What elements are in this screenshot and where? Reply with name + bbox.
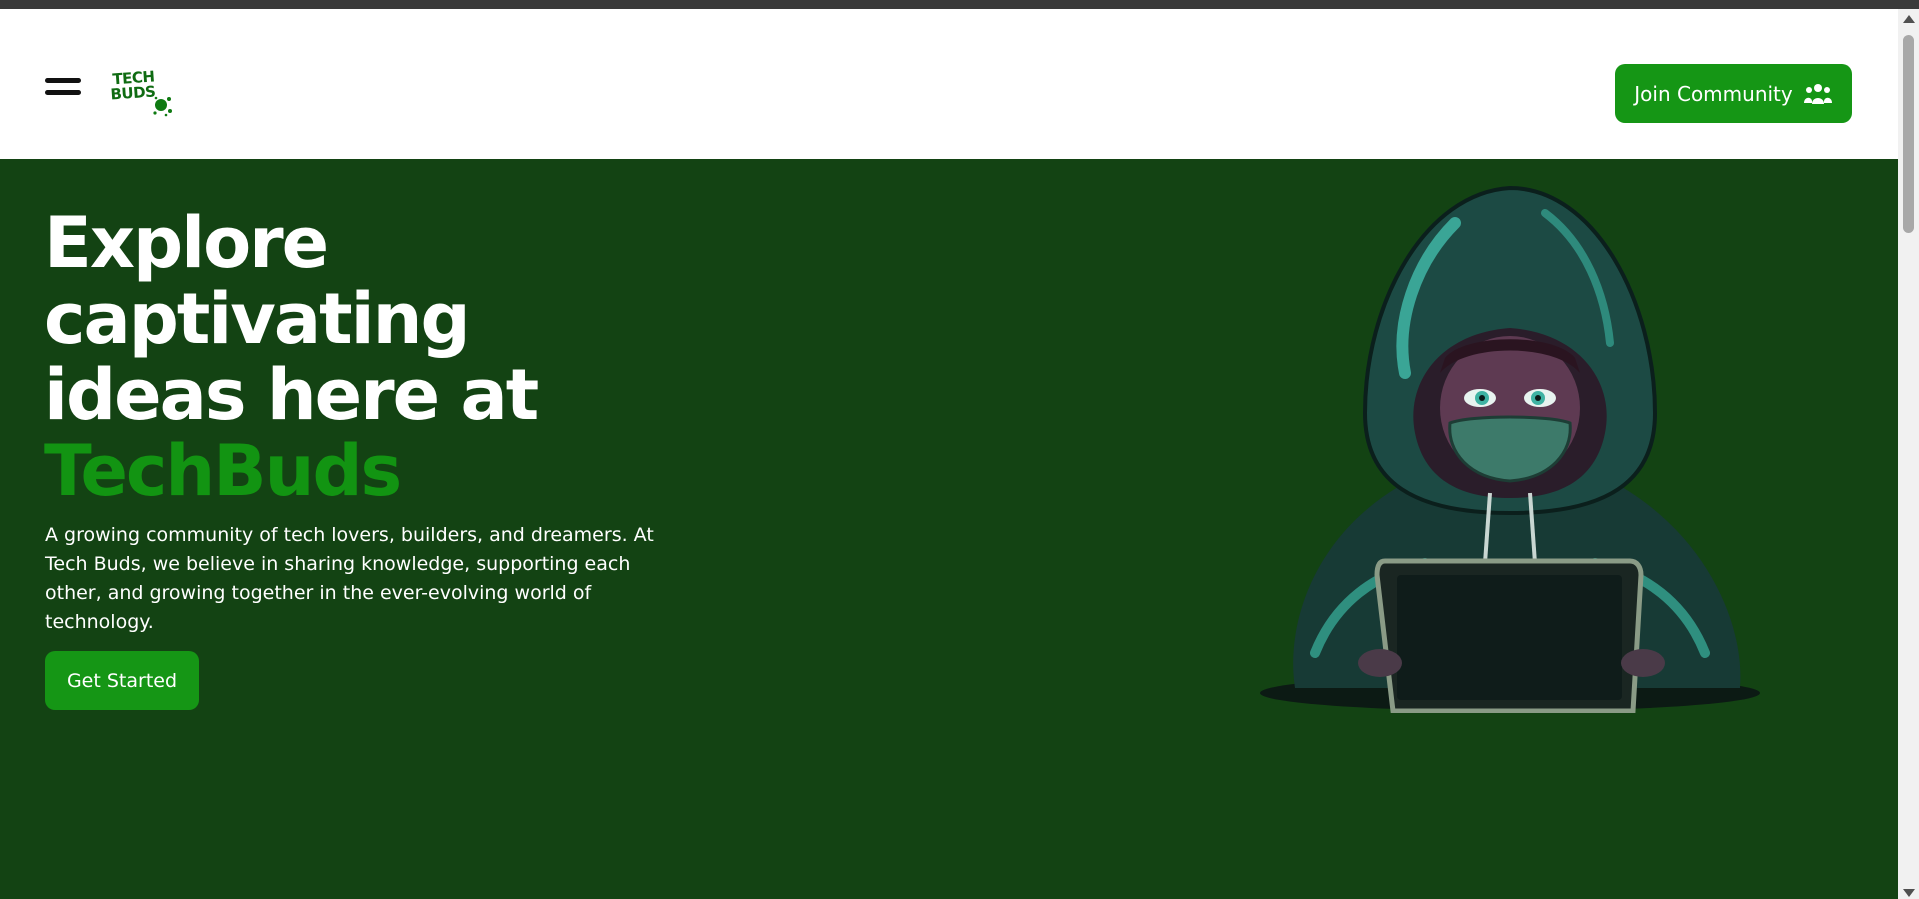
get-started-button[interactable]: Get Started: [45, 651, 199, 710]
join-community-button[interactable]: Join Community: [1615, 64, 1852, 123]
techbuds-logo[interactable]: TECH BUDS: [106, 65, 178, 119]
page-scrollbar[interactable]: [1898, 9, 1919, 899]
hero-description: A growing community of tech lovers, buil…: [45, 524, 654, 633]
menu-icon[interactable]: [45, 75, 81, 97]
users-icon: [1803, 83, 1832, 104]
join-community-label: Join Community: [1634, 81, 1793, 106]
menu-icon-bar: [45, 90, 81, 95]
headline-line: captivating: [44, 278, 471, 360]
menu-icon-bar: [45, 78, 81, 83]
hero-headline: Explore captivating ideas here at TechBu…: [44, 205, 684, 509]
hooded-coder-illustration: [1260, 185, 1760, 713]
site-header: TECH BUDS Join Community: [0, 9, 1898, 159]
logo-splat-icon: [153, 96, 172, 117]
headline-line: Explore: [44, 202, 329, 284]
scroll-down-icon[interactable]: [1903, 889, 1915, 897]
scroll-up-icon[interactable]: [1903, 15, 1915, 23]
headline-accent: TechBuds: [44, 430, 402, 512]
scrollbar-thumb[interactable]: [1903, 35, 1914, 233]
hero-section: Explore captivating ideas here at TechBu…: [0, 159, 1898, 899]
headline-line: ideas here at: [44, 354, 539, 436]
browser-top-bar: [0, 0, 1919, 9]
